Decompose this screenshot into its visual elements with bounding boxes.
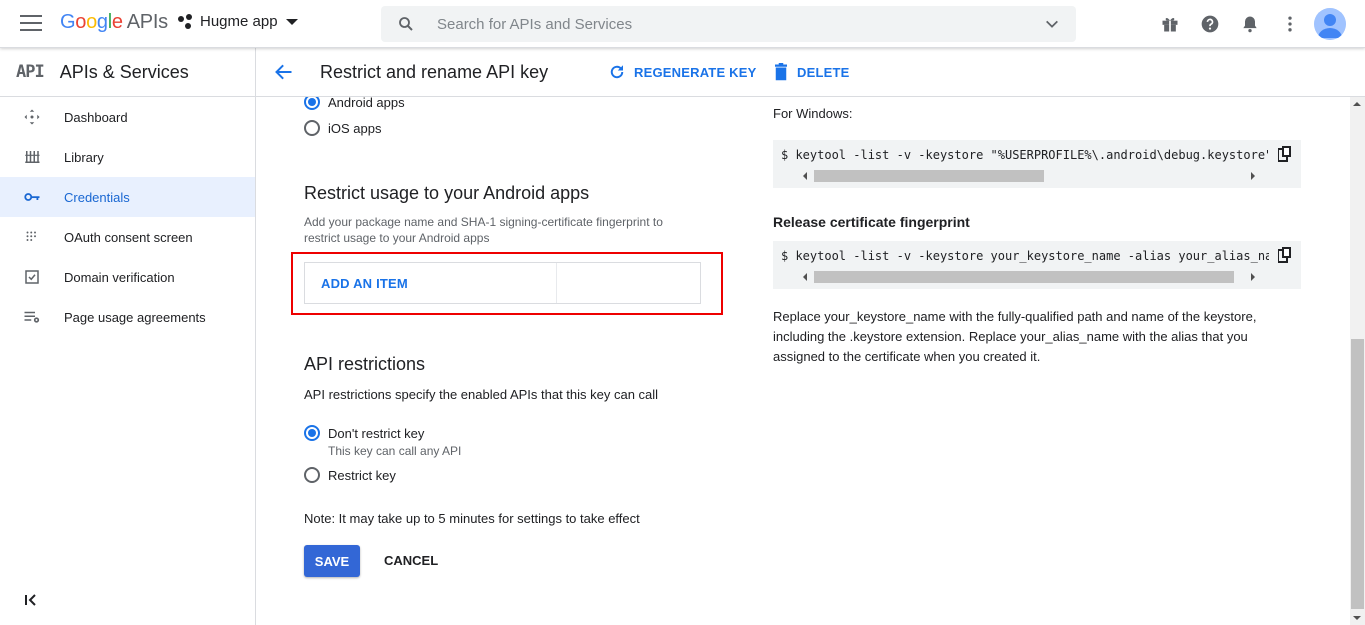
scroll-up-icon[interactable]: [1353, 102, 1361, 106]
android-section-description-1: Add your package name and SHA-1 signing-…: [304, 215, 663, 229]
scrollbar-thumb[interactable]: [814, 271, 1234, 283]
page-scrollbar[interactable]: [1350, 97, 1365, 625]
api-restrictions-description: API restrictions specify the enabled API…: [304, 387, 659, 402]
release-explanation: Replace your_keystore_name with the full…: [773, 309, 1257, 364]
release-command-box: $ keytool -list -v -keystore your_keysto…: [773, 241, 1301, 289]
sidebar-item-library[interactable]: Library: [0, 137, 255, 177]
sidebar-item-label: Page usage agreements: [64, 309, 206, 325]
sidebar-item-label: Domain verification: [64, 269, 175, 285]
sidebar: API APIs & Services Dashboard Library Cr…: [0, 48, 256, 625]
release-command: $ keytool -list -v -keystore your_keysto…: [781, 249, 1269, 263]
item-divider: [556, 263, 559, 303]
sidebar-title: APIs & Services: [59, 61, 189, 82]
radio-dont-restrict-key[interactable]: Don't restrict key: [304, 425, 424, 441]
help-icon[interactable]: [1200, 14, 1220, 34]
page-scrollbar-thumb[interactable]: [1351, 339, 1364, 609]
settings-note: Note: It may take up to 5 minutes for se…: [304, 511, 640, 526]
dashboard-icon: [23, 108, 41, 126]
copy-icon[interactable]: [1278, 247, 1292, 263]
radio-ios-apps[interactable]: iOS apps: [304, 120, 381, 136]
project-selector[interactable]: Hugme app: [178, 13, 298, 30]
sidebar-item-credentials[interactable]: Credentials: [0, 177, 255, 217]
more-vert-icon[interactable]: [1280, 14, 1300, 34]
radio-circle: [304, 467, 320, 483]
cancel-button[interactable]: CANCEL: [384, 553, 438, 568]
sidebar-item-page-usage[interactable]: Page usage agreements: [0, 297, 255, 337]
windows-command-box: $ keytool -list -v -keystore "%USERPROFI…: [773, 140, 1301, 188]
scroll-down-icon[interactable]: [1353, 616, 1361, 620]
scroll-right-icon[interactable]: [1251, 172, 1255, 180]
scroll-left-icon[interactable]: [803, 172, 807, 180]
search-input[interactable]: [437, 6, 1027, 42]
main-content: Android apps iOS apps Restrict usage to …: [256, 97, 1350, 625]
scroll-right-icon[interactable]: [1251, 273, 1255, 281]
sidebar-header: API APIs & Services: [0, 48, 255, 97]
search-icon: [399, 17, 413, 31]
page-header: Restrict and rename API key REGENERATE K…: [256, 48, 1365, 97]
android-section-title: Restrict usage to your Android apps: [304, 183, 590, 203]
domain-icon: [23, 268, 41, 286]
sidebar-item-dashboard[interactable]: Dashboard: [0, 97, 255, 137]
avatar-icon[interactable]: [1314, 8, 1346, 40]
sidebar-item-oauth-consent[interactable]: OAuth consent screen: [0, 217, 255, 257]
release-fingerprint-title: Release certificate fingerprint: [773, 214, 970, 230]
refresh-icon: [610, 65, 624, 79]
for-windows-label: For Windows:: [773, 106, 853, 121]
sidebar-item-label: Library: [64, 149, 104, 165]
delete-button[interactable]: DELETE: [773, 63, 849, 81]
scrollbar-thumb[interactable]: [814, 170, 1044, 182]
regenerate-key-button[interactable]: REGENERATE KEY: [608, 63, 756, 81]
menu-icon[interactable]: [20, 15, 42, 33]
save-button[interactable]: SAVE: [304, 545, 360, 577]
android-section-description-2: restrict usage to your Android apps: [304, 231, 490, 245]
caret-down-icon: [285, 18, 298, 25]
sidebar-item-domain-verification[interactable]: Domain verification: [0, 257, 255, 297]
horizontal-scrollbar[interactable]: [797, 270, 1261, 283]
trash-icon: [775, 63, 787, 81]
scroll-left-icon[interactable]: [803, 273, 807, 281]
api-restrictions-title: API restrictions: [304, 354, 426, 374]
sidebar-item-label: OAuth consent screen: [64, 229, 193, 245]
radio-circle: [304, 97, 320, 110]
search-bar[interactable]: [381, 6, 1076, 42]
key-icon: [23, 188, 41, 206]
oauth-icon: [23, 228, 41, 246]
collapse-icon[interactable]: [24, 593, 38, 607]
bell-icon[interactable]: [1240, 14, 1260, 34]
top-bar: Google APIs Hugme app: [0, 0, 1365, 48]
page-title: Restrict and rename API key: [320, 62, 549, 82]
library-icon: [23, 148, 41, 166]
page-usage-icon: [23, 308, 41, 326]
windows-command: $ keytool -list -v -keystore "%USERPROFI…: [781, 148, 1269, 162]
sidebar-item-label: Dashboard: [64, 109, 128, 125]
copy-icon[interactable]: [1278, 146, 1292, 162]
radio-circle: [304, 120, 320, 136]
radio-android-apps[interactable]: Android apps: [304, 97, 405, 110]
chevron-down-icon[interactable]: [1044, 16, 1060, 32]
back-arrow-icon[interactable]: [274, 62, 294, 82]
add-item-button[interactable]: ADD AN ITEM: [321, 276, 408, 291]
android-item-row: ADD AN ITEM: [304, 262, 701, 304]
api-badge: API: [16, 62, 45, 82]
gift-icon[interactable]: [1160, 14, 1180, 34]
radio-circle: [304, 425, 320, 441]
horizontal-scrollbar[interactable]: [797, 169, 1261, 182]
project-icon: [178, 13, 194, 30]
radio-restrict-key[interactable]: Restrict key: [304, 467, 396, 483]
sidebar-item-label: Credentials: [64, 189, 130, 205]
google-apis-logo[interactable]: Google APIs: [60, 11, 168, 34]
project-name: Hugme app: [200, 13, 278, 30]
dont-restrict-hint: This key can call any API: [328, 444, 462, 458]
